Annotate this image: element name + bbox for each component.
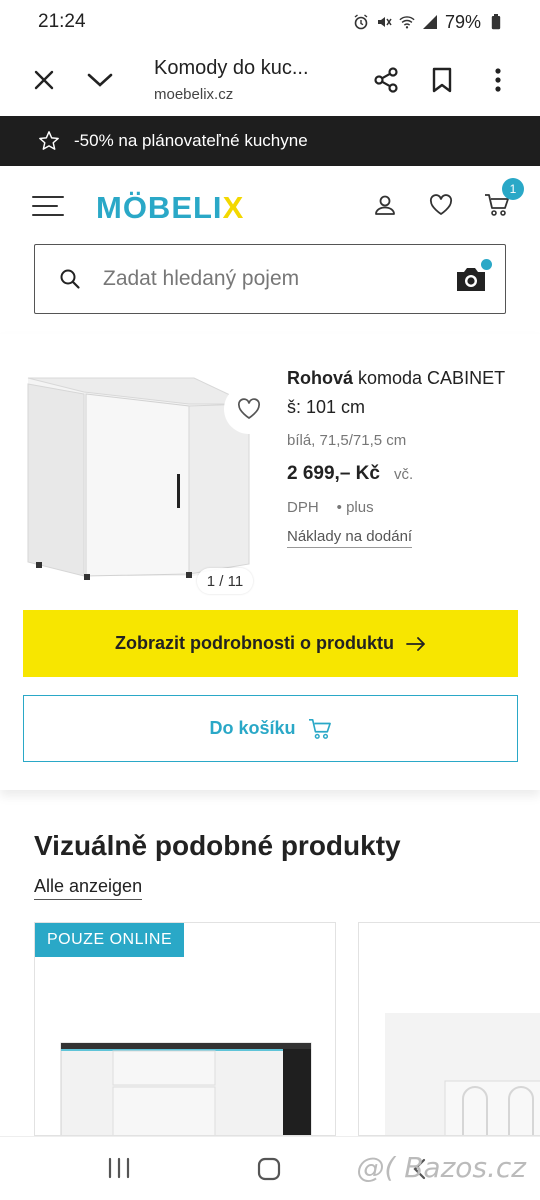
more-button[interactable] — [478, 60, 518, 100]
shipping-costs-link[interactable]: Náklady na dodání — [287, 528, 413, 548]
account-button[interactable] — [372, 192, 398, 218]
camera-indicator-dot — [481, 259, 492, 270]
home-button[interactable] — [256, 1157, 286, 1181]
cart-count-badge: 1 — [502, 178, 524, 200]
heart-icon — [429, 194, 453, 215]
logo[interactable]: MÖBELIX — [96, 190, 244, 226]
corner-cabinet-image — [27, 377, 250, 580]
share-icon — [374, 67, 398, 93]
product-price: 2 699,– Kč — [287, 463, 380, 484]
system-navigation-bar: @( Bazos.cz — [0, 1136, 540, 1200]
similar-product-tile[interactable] — [358, 922, 540, 1136]
close-tab-button[interactable] — [24, 60, 64, 100]
logo-main: MÖBELI — [96, 190, 223, 225]
collapse-button[interactable] — [80, 60, 120, 100]
recent-apps-button[interactable] — [106, 1157, 136, 1181]
star-icon — [39, 131, 59, 150]
status-icons: 79% — [353, 12, 504, 33]
product-name-bold: Rohová — [287, 368, 354, 388]
product-details-label: Zobrazit podrobnosti o produktu — [115, 633, 394, 653]
recent-apps-icon — [108, 1157, 130, 1179]
battery-icon — [488, 14, 504, 30]
product-image[interactable]: 1 / 11 — [24, 364, 274, 594]
search-box — [34, 244, 506, 314]
arrow-right-icon — [406, 636, 425, 651]
share-button[interactable] — [366, 60, 406, 100]
vat-label: DPH — [287, 499, 319, 516]
watermark: @( Bazos.cz — [356, 1151, 526, 1184]
add-to-cart-label: Do košíku — [209, 718, 296, 738]
wishlist-button[interactable] — [428, 192, 454, 218]
browser-toolbar: Komody do kuc... moebelix.cz — [0, 44, 540, 116]
search-icon — [60, 269, 80, 289]
bookmark-button[interactable] — [422, 60, 462, 100]
product-card: 1 / 11 Rohová komoda CABINET š: 101 cm b… — [0, 334, 540, 790]
signal-icon — [422, 14, 438, 30]
sideboard-image — [60, 1042, 312, 1135]
heart-icon — [238, 398, 260, 419]
status-time: 21:24 — [38, 11, 86, 32]
cabinet-image — [385, 1013, 540, 1135]
page-title-area: Komody do kuc... moebelix.cz — [154, 57, 366, 103]
status-bar: 21:24 79% — [0, 0, 540, 44]
page-url: moebelix.cz — [154, 86, 234, 103]
menu-button[interactable] — [32, 194, 64, 218]
add-to-cart-button[interactable]: Do košíku — [23, 695, 518, 762]
promo-banner[interactable]: -50% na plánovateľné kuchyne — [0, 116, 540, 166]
wifi-icon — [399, 14, 415, 30]
similar-products-title: Vizuálně podobné produkty — [34, 830, 401, 861]
image-counter: 1 / 11 — [197, 568, 253, 594]
home-icon — [257, 1157, 281, 1181]
mute-icon — [376, 14, 392, 30]
cart-button[interactable]: 1 — [484, 178, 524, 218]
show-all-link[interactable]: Alle anzeigen — [34, 876, 143, 900]
more-icon — [495, 68, 501, 92]
product-wishlist-button[interactable] — [224, 384, 274, 434]
logo-x: X — [222, 190, 245, 225]
product-info: Rohová komoda CABINET š: 101 cm bílá, 71… — [287, 364, 517, 548]
plus-label: • plus — [336, 499, 374, 516]
product-details-button[interactable]: Zobrazit podrobnosti o produktu — [23, 610, 518, 677]
image-search-button[interactable] — [455, 259, 492, 293]
close-icon — [34, 70, 54, 90]
chevron-down-icon — [87, 73, 113, 87]
site-header: MÖBELIX 1 — [0, 166, 540, 334]
bookmark-icon — [432, 67, 452, 93]
promo-text: -50% na plánovateľné kuchyne — [74, 131, 308, 150]
battery-level: 79% — [444, 11, 481, 32]
page-title: Komody do kuc... — [154, 57, 309, 79]
product-variant: bílá, 71,5/71,5 cm — [287, 432, 407, 449]
cart-icon — [308, 718, 331, 739]
user-icon — [375, 195, 395, 215]
vat-prefix: vč. — [393, 466, 414, 483]
alarm-icon — [353, 14, 369, 30]
search-input[interactable] — [103, 245, 433, 313]
product-name[interactable]: Rohová komoda CABINET š: 101 cm — [287, 364, 517, 422]
similar-product-tile[interactable]: POUZE ONLINE — [34, 922, 336, 1136]
camera-icon — [457, 268, 485, 291]
